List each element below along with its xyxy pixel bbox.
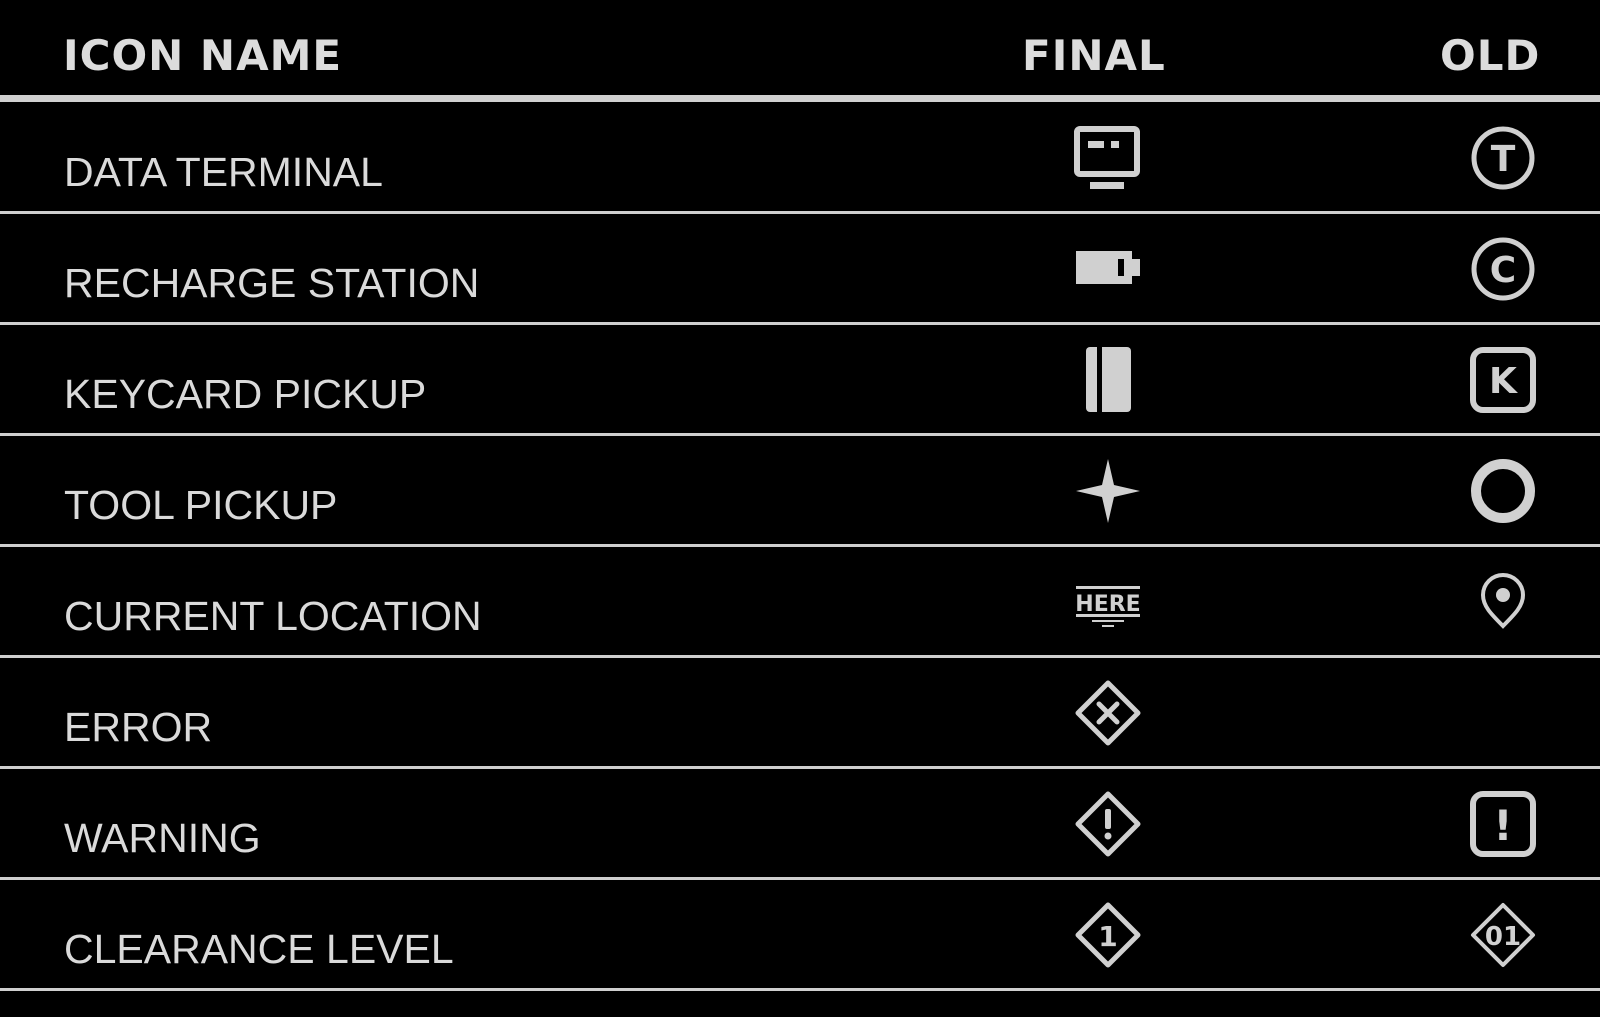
row-label: CURRENT LOCATION: [64, 593, 482, 639]
table-row-warning: WARNING !: [0, 768, 1600, 880]
diamond-x-icon: [1074, 679, 1142, 747]
svg-text:HERE: HERE: [1075, 592, 1140, 617]
table-row-keycard-pickup: KEYCARD PICKUP K: [0, 324, 1600, 436]
row-label: KEYCARD PICKUP: [64, 371, 427, 417]
row-divider: [0, 988, 1600, 991]
header-divider: [0, 95, 1600, 102]
table-row-clearance-level: CLEARANCE LEVEL 1 01: [0, 879, 1600, 991]
square-letter-k-icon: K: [1469, 346, 1537, 414]
column-header-old: OLD: [1440, 31, 1541, 80]
table-row-data-terminal: DATA TERMINAL T: [0, 102, 1600, 214]
svg-text:!: !: [1493, 801, 1512, 850]
table-row-current-location: CURRENT LOCATION HERE: [0, 546, 1600, 658]
here-marker-icon: HERE: [1074, 568, 1142, 636]
monitor-icon: [1074, 124, 1142, 192]
circle-letter-c-icon: C: [1469, 235, 1537, 303]
diamond-number-icon: 01: [1469, 901, 1537, 969]
ring-icon: [1469, 457, 1537, 525]
row-label: RECHARGE STATION: [64, 260, 480, 306]
table-row-recharge-station: RECHARGE STATION C: [0, 213, 1600, 325]
row-label: WARNING: [64, 815, 261, 861]
four-point-star-icon: [1074, 457, 1142, 525]
diamond-number-icon: 1: [1074, 901, 1142, 969]
column-header-icon-name: ICON NAME: [63, 31, 343, 80]
row-label: CLEARANCE LEVEL: [64, 926, 454, 972]
square-exclamation-icon: !: [1469, 790, 1537, 858]
row-label: DATA TERMINAL: [64, 149, 383, 195]
keycard-icon: [1074, 346, 1142, 414]
battery-icon: [1074, 235, 1142, 303]
row-label: TOOL PICKUP: [64, 482, 338, 528]
column-header-final: FINAL: [1022, 31, 1166, 80]
map-pin-icon: [1469, 568, 1537, 636]
table-row-error: ERROR: [0, 657, 1600, 769]
svg-text:T: T: [1491, 139, 1516, 180]
svg-text:C: C: [1490, 250, 1516, 291]
circle-letter-t-icon: T: [1469, 124, 1537, 192]
diamond-exclamation-icon: [1074, 790, 1142, 858]
table-row-tool-pickup: TOOL PICKUP: [0, 435, 1600, 547]
svg-text:K: K: [1489, 361, 1518, 402]
svg-text:01: 01: [1485, 922, 1521, 952]
table-header: ICON NAME FINAL OLD: [0, 0, 1600, 96]
row-label: ERROR: [64, 704, 213, 750]
svg-text:1: 1: [1098, 920, 1117, 953]
